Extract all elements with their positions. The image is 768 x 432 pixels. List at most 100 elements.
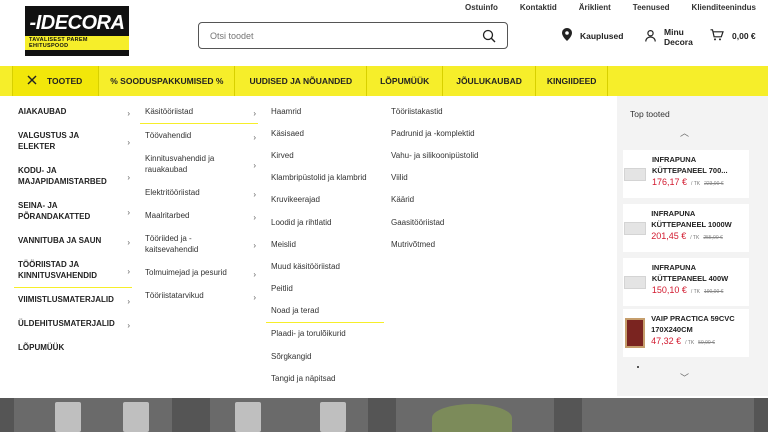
category-link[interactable]: Käsisaed	[266, 122, 384, 144]
category-link[interactable]: Sõrgkangid	[266, 345, 384, 367]
top-link-kontaktid[interactable]: Kontaktid	[520, 3, 557, 12]
category-link[interactable]: Gaasitööriistad	[386, 211, 504, 233]
top-link-klienditeenindus[interactable]: Klienditeenindus	[692, 3, 756, 12]
product-price: 47,32 €	[651, 336, 682, 346]
menu-item-tooriistad[interactable]: TÖÖRIISTAD JA KINNITUSVAHENDID ›	[14, 253, 132, 288]
category-link[interactable]: Peitlid	[266, 278, 384, 300]
category-link[interactable]: Tööriistakastid	[386, 100, 504, 122]
chevron-right-icon: ›	[253, 108, 256, 118]
category-link[interactable]: Muud käsitööriistad	[266, 255, 384, 277]
submenu-item-kinnitusvahendid[interactable]: Kinnitusvahendid ja rauakaubad ›	[140, 147, 258, 181]
top-link-teenused[interactable]: Teenused	[633, 3, 670, 12]
top-products-title: Top tooted	[630, 109, 670, 119]
product-image	[623, 204, 646, 252]
product-card[interactable]: INFRAPUNA KÜTTEPANEEL 1000W 201,45 € / T…	[623, 204, 749, 252]
chevron-right-icon: ›	[127, 296, 130, 306]
product-card[interactable]: VAIP PRACTICA 59CVC 170X240CM 47,32 € / …	[623, 309, 749, 357]
submenu-item-maalritarbed[interactable]: Maalritarbed ›	[140, 204, 258, 227]
nav-uudised[interactable]: UUDISED JA NÕUANDED	[235, 66, 368, 96]
category-link[interactable]: Meislid	[266, 233, 384, 255]
menu-item-kodu[interactable]: KODU- JA MAJAPIDAMISTARBED ›	[14, 159, 132, 194]
chevron-right-icon: ›	[127, 173, 130, 182]
product-unit: / TK	[690, 235, 700, 241]
chevron-right-icon: ›	[253, 269, 256, 279]
menu-item-vannituba[interactable]: VANNITUBA JA SAUN ›	[14, 229, 132, 253]
top-link-ariklient[interactable]: Äriklient	[579, 3, 611, 12]
chevron-right-icon: ›	[127, 108, 130, 118]
search-input[interactable]	[210, 30, 477, 41]
product-image	[320, 402, 346, 432]
location-pin-icon	[562, 28, 572, 43]
chevron-right-icon: ›	[127, 267, 130, 276]
menu-item-uldehitus[interactable]: ÜLDEHITUSMATERJALID ›	[14, 312, 132, 336]
cart-link[interactable]: 0,00 €	[710, 29, 756, 43]
chevron-right-icon: ›	[253, 161, 256, 170]
main-nav: TOOTED % SOODUSPAKKUMISED % UUDISED JA N…	[0, 66, 768, 96]
product-card[interactable]: INFRAPUNA KÜTTEPANEEL 700... 176,17 € / …	[623, 150, 749, 198]
category-link[interactable]: Kirved	[266, 144, 384, 166]
product-image	[235, 402, 261, 432]
chevron-right-icon: ›	[253, 132, 256, 142]
menu-item-valgustus[interactable]: VALGUSTUS JA ELEKTER ›	[14, 124, 132, 159]
category-link[interactable]: Kruvikeerajad	[266, 189, 384, 211]
product-image	[623, 258, 647, 306]
category-link[interactable]: Tangid ja näpitsad	[266, 367, 384, 389]
submenu-item-toovahendid[interactable]: Töövahendid ›	[140, 124, 258, 147]
close-icon[interactable]	[27, 75, 37, 87]
nav-tooted[interactable]: TOOTED	[12, 66, 100, 96]
chevron-down-icon[interactable]: ﹀	[680, 371, 689, 384]
chevron-right-icon: ›	[253, 189, 256, 199]
category-link[interactable]: Mutrivõtmed	[386, 233, 504, 255]
product-old-price: 190,00 €	[703, 289, 724, 295]
category-link[interactable]: Käärid	[386, 189, 504, 211]
nav-sooduspakkumised[interactable]: % SOODUSPAKKUMISED %	[99, 66, 236, 96]
menu-item-viimistlus[interactable]: VIIMISTLUSMATERJALID ›	[14, 288, 132, 312]
product-old-price: 255,00 €	[703, 235, 723, 241]
chevron-up-icon[interactable]: ︿	[680, 126, 689, 139]
nav-tooted-label: TOOTED	[47, 76, 83, 86]
site-header: Ostuinfo Kontaktid Äriklient Teenused Kl…	[0, 0, 768, 66]
product-old-price: 59,90 €	[698, 340, 715, 346]
product-unit: / TK	[691, 181, 701, 187]
chevron-right-icon: ›	[127, 208, 130, 217]
product-name: INFRAPUNA KÜTTEPANEEL 700...	[651, 155, 728, 175]
submenu-item-tooriided[interactable]: Tööriided ja -kaitsevahendid ›	[140, 227, 258, 261]
stores-link[interactable]: Kauplused	[562, 28, 623, 43]
logo-wordmark: -IDECORA	[29, 11, 125, 34]
category-link[interactable]: Plaadi- ja torulõikurid	[266, 323, 384, 345]
nav-joulukaubad[interactable]: JÕULUKAUBAD	[443, 66, 536, 96]
submenu-item-tooriistatarvikud[interactable]: Tööriistatarvikud ›	[140, 284, 258, 307]
menu-level3: Haamrid Käsisaed Kirved Klambripüstolid …	[266, 100, 384, 389]
product-price: 150,10 €	[651, 285, 687, 295]
submenu-item-tolmuimejad[interactable]: Tolmuimejad ja pesurid ›	[140, 261, 258, 284]
submenu-item-kasitooriistad[interactable]: Käsitööriistad ›	[140, 100, 258, 124]
account-link[interactable]: Minu Decora	[645, 27, 693, 47]
product-unit: / TK	[685, 340, 695, 346]
category-link[interactable]: Klambripüstolid ja klambrid	[266, 167, 384, 189]
stores-label: Kauplused	[580, 30, 624, 41]
search-box	[198, 22, 508, 49]
category-link[interactable]: Haamrid	[266, 100, 384, 122]
product-tile	[582, 398, 754, 432]
nav-kingiideed[interactable]: KINGIIDEED	[536, 66, 609, 96]
chevron-right-icon: ›	[127, 237, 130, 247]
category-link[interactable]: Vahu- ja silikoonipüstolid	[386, 144, 504, 166]
user-icon	[645, 30, 656, 44]
product-unit: / TK	[690, 289, 700, 295]
decora-logo[interactable]: -IDECORA TAVALISEST PAREM EHITUSPOOD	[25, 6, 129, 56]
menu-item-lopumuuk[interactable]: LÕPUMÜÜK	[14, 336, 132, 360]
product-image	[55, 402, 81, 432]
category-link[interactable]: Loodid ja rihtlatid	[266, 211, 384, 233]
submenu-item-elektritooriistad[interactable]: Elektritööriistad ›	[140, 181, 258, 204]
category-link[interactable]: Noad ja terad	[266, 300, 384, 323]
menu-item-aiakaubad[interactable]: AIAKAUBAD ›	[14, 100, 132, 124]
product-card[interactable]: INFRAPUNA KÜTTEPANEEL 400W 150,10 € / TK…	[623, 258, 749, 306]
category-link[interactable]: Viilid	[386, 167, 504, 189]
top-link-ostuinfo[interactable]: Ostuinfo	[465, 3, 498, 12]
menu-item-seina[interactable]: SEINA- JA PÕRANDAKATTED ›	[14, 194, 132, 229]
search-icon[interactable]	[477, 24, 501, 48]
category-link[interactable]: Padrunid ja -komplektid	[386, 122, 504, 144]
product-image	[123, 402, 149, 432]
nav-lopumuuk[interactable]: LÕPUMÜÜK	[367, 66, 444, 96]
cart-total: 0,00 €	[732, 31, 756, 41]
